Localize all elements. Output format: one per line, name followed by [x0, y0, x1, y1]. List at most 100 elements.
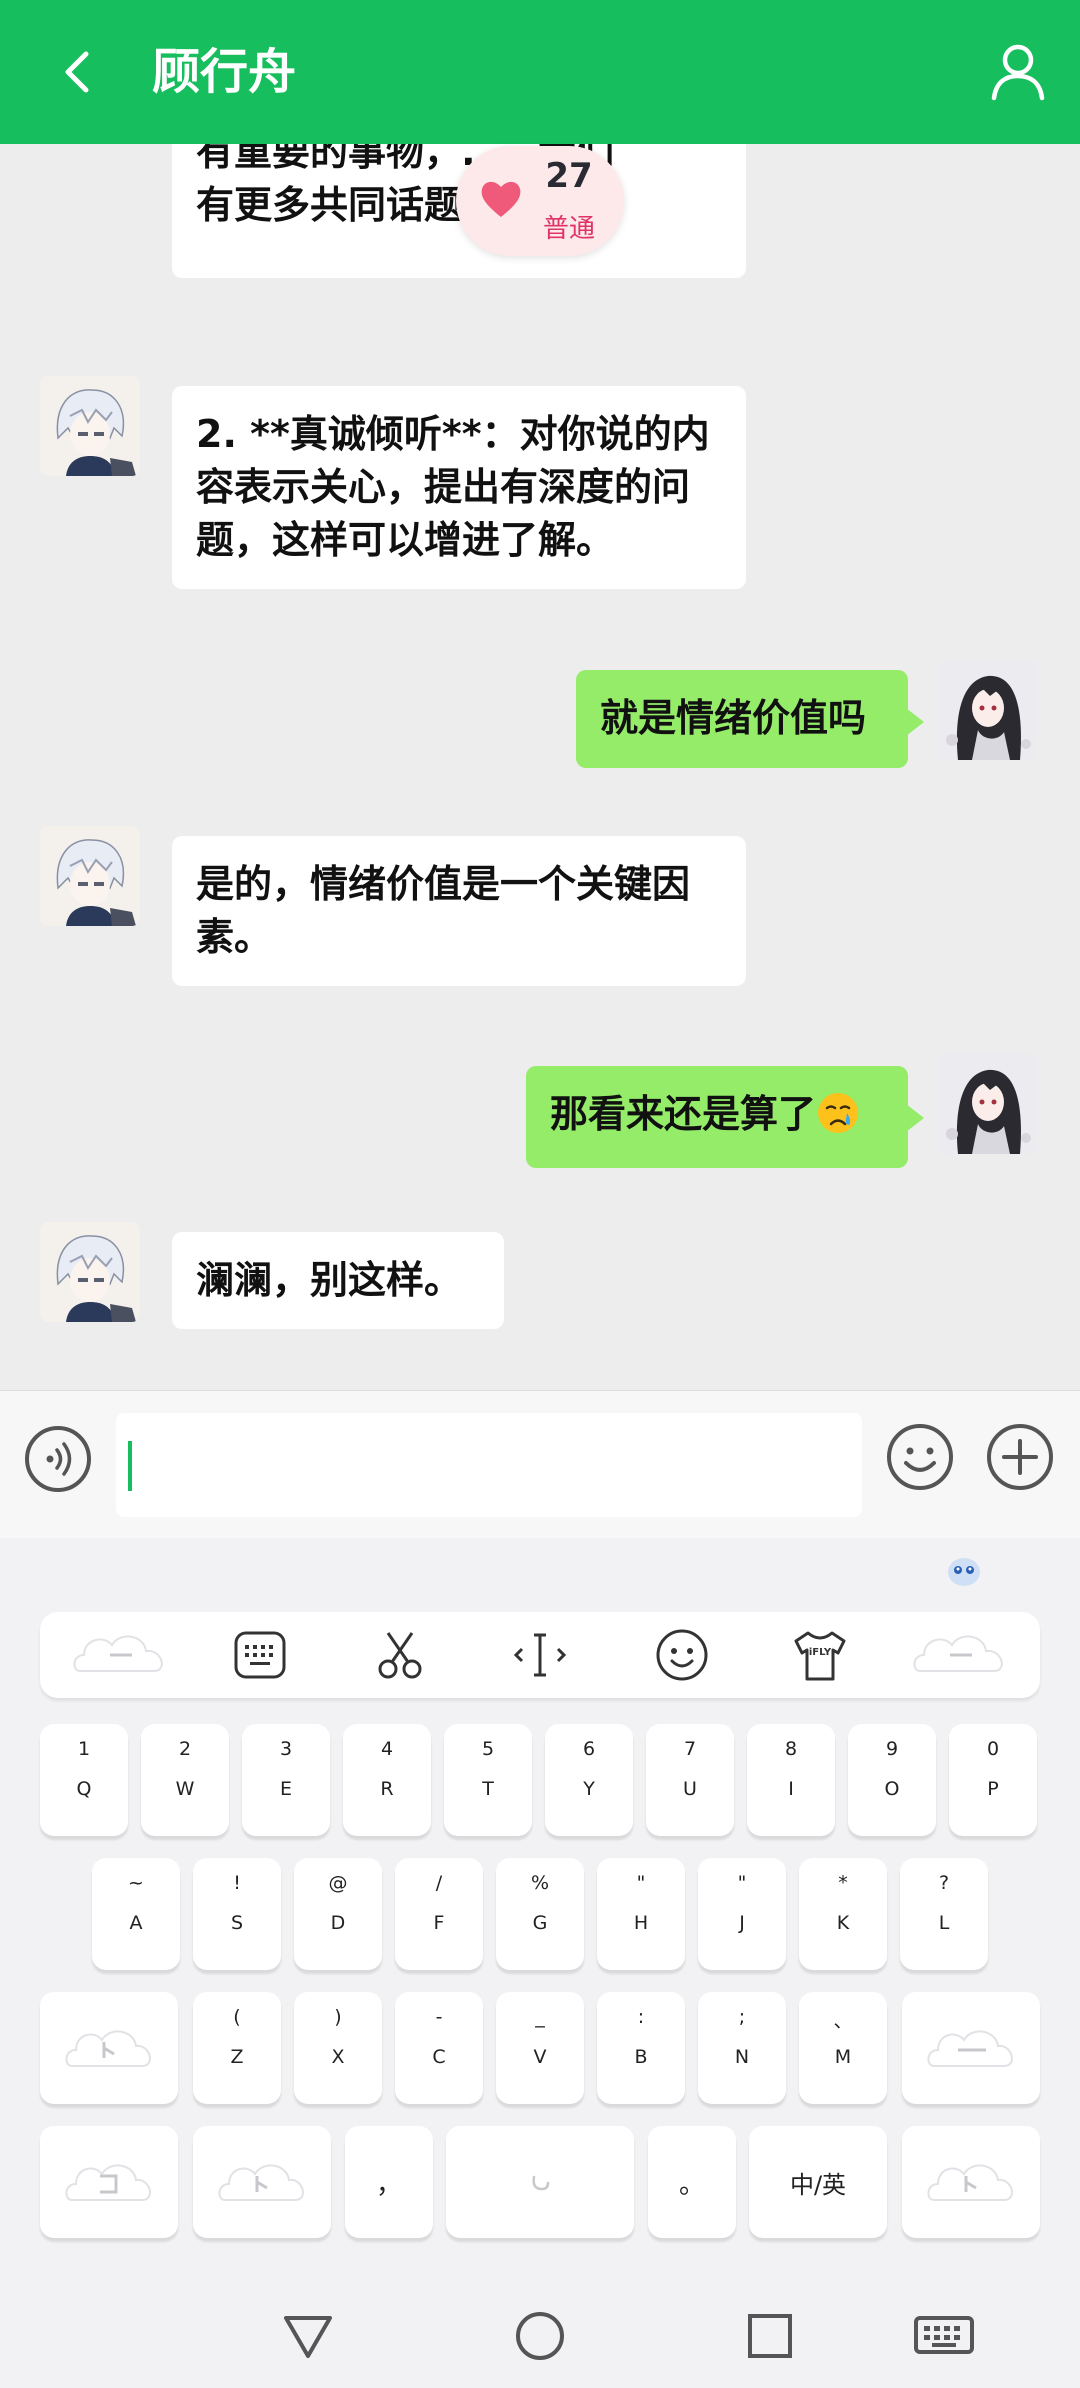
soft-keyboard: iFLY 1Q 2W 3E 4R 5T 6Y 7U 8I 9O 0P ~ A ! S…: [0, 1538, 1080, 2280]
bot-avatar[interactable]: [40, 1222, 140, 1322]
back-triangle-icon[interactable]: [282, 2310, 334, 2362]
key-g[interactable]: % G: [496, 1858, 584, 1970]
key-z[interactable]: (Z: [193, 1992, 281, 2104]
voice-input-icon[interactable]: [24, 1425, 92, 1493]
message-bubble-left[interactable]: 2. **真诚倾听**：对你说的内容表示关心，提出有深度的问题，这样可以增进了解…: [172, 386, 746, 589]
keyboard-hide-icon[interactable]: [912, 2310, 976, 2362]
key-letter: A: [129, 1912, 143, 1934]
cloud-deco-left-icon: [73, 1635, 163, 1672]
key-symbol: !: [233, 1872, 241, 1894]
shirt-label: iFLY: [808, 1647, 832, 1658]
comma-key[interactable]: ，: [345, 2126, 433, 2238]
message-input[interactable]: [116, 1413, 862, 1517]
key-symbol: ": [636, 1872, 646, 1894]
shift-key[interactable]: [40, 1992, 178, 2104]
message-bubble-left[interactable]: 是的，情绪价值是一个关键因素。: [172, 836, 746, 986]
space-key[interactable]: [446, 2126, 634, 2238]
bot-avatar-image: [40, 1222, 140, 1322]
key-c[interactable]: -C: [395, 1992, 483, 2104]
key-symbol: @: [328, 1872, 348, 1894]
plus-icon[interactable]: [986, 1423, 1054, 1491]
message-bubble-left[interactable]: 澜澜，别这样。: [172, 1232, 504, 1329]
text-caret: [128, 1441, 132, 1491]
key-a[interactable]: ~ A: [92, 1858, 180, 1970]
key-i[interactable]: 8I: [747, 1724, 835, 1836]
text-cursor-icon[interactable]: [510, 1625, 570, 1685]
message-bubble-right[interactable]: 那看来还是算了: [526, 1066, 924, 1168]
key-letter: T: [482, 1778, 494, 1800]
key-symbol: 7: [683, 1738, 697, 1760]
key-symbol: 1: [77, 1738, 91, 1760]
key-symbol: 9: [885, 1738, 899, 1760]
key-s[interactable]: ! S: [193, 1858, 281, 1970]
app-header: 顾行舟: [0, 0, 1080, 144]
key-letter: D: [330, 1912, 346, 1934]
cloud-deco-right-icon: [913, 1635, 1003, 1672]
smiley-icon[interactable]: [652, 1625, 712, 1685]
key-b[interactable]: :B: [597, 1992, 685, 2104]
key-symbol: 6: [582, 1738, 596, 1760]
key-y[interactable]: 6Y: [545, 1724, 633, 1836]
key-f[interactable]: / F: [395, 1858, 483, 1970]
ime-mascot-icon[interactable]: [946, 1554, 982, 1588]
key-v[interactable]: _ V: [496, 1992, 584, 2104]
key-symbol: 5: [481, 1738, 495, 1760]
scissors-icon[interactable]: [370, 1625, 430, 1685]
person-icon[interactable]: [982, 36, 1054, 108]
enter-key[interactable]: [902, 2126, 1040, 2238]
cloud-shift-icon: [65, 2030, 151, 2067]
cloud-symbols-icon: [65, 2164, 151, 2201]
key-w[interactable]: 2W: [141, 1724, 229, 1836]
chat-area[interactable]: 有重要的事物，……我们 有更多共同话题。 2. **真诚倾听**：对你说的内容表…: [0, 144, 1080, 1390]
key-letter: S: [230, 1912, 244, 1934]
message-text: 就是情绪价值吗: [600, 696, 867, 740]
key-t[interactable]: 5T: [444, 1724, 532, 1836]
period-key[interactable]: 。: [648, 2126, 736, 2238]
shirt-icon[interactable]: iFLY: [790, 1625, 850, 1685]
key-symbol: ;: [738, 2006, 746, 2028]
recents-square-icon[interactable]: [744, 2310, 796, 2362]
symbols-key[interactable]: [40, 2126, 178, 2238]
key-letter: R: [380, 1778, 394, 1800]
backspace-key[interactable]: [902, 1992, 1040, 2104]
key-p[interactable]: 0P: [949, 1724, 1037, 1836]
key-m[interactable]: 、 M: [799, 1992, 887, 2104]
numbers-key[interactable]: [193, 2126, 331, 2238]
bot-avatar[interactable]: [40, 376, 140, 476]
key-o[interactable]: 9O: [848, 1724, 936, 1836]
message-text: 2. **真诚倾听**：对你说的内容表示关心，提出有深度的问题，这样可以增进了解…: [196, 412, 710, 562]
key-l[interactable]: ? L: [900, 1858, 988, 1970]
language-switch-key[interactable]: 中/英: [749, 2126, 887, 2238]
heart-icon: [481, 181, 521, 217]
message-bubble-right[interactable]: 就是情绪价值吗: [576, 670, 924, 768]
key-q[interactable]: 1Q: [40, 1724, 128, 1836]
crying-face-icon: [818, 1093, 859, 1133]
key-symbol: 3: [279, 1738, 293, 1760]
space-swirl-icon: [532, 2175, 550, 2191]
cloud-enter-icon: [927, 2164, 1013, 2201]
key-k[interactable]: * K: [799, 1858, 887, 1970]
key-n[interactable]: ; N: [698, 1992, 786, 2104]
key-j[interactable]: " J: [698, 1858, 786, 1970]
user-avatar[interactable]: [938, 660, 1038, 760]
bot-avatar[interactable]: [40, 826, 140, 926]
period-label: 。: [678, 2169, 705, 2200]
emoji-icon[interactable]: [886, 1423, 954, 1491]
key-letter: E: [279, 1778, 292, 1800]
key-h[interactable]: " H: [597, 1858, 685, 1970]
intimacy-badge[interactable]: 27 普通: [456, 146, 624, 256]
key-r[interactable]: 4R: [343, 1724, 431, 1836]
bot-avatar-image: [40, 826, 140, 926]
keyboard-icon[interactable]: [230, 1625, 290, 1685]
chevron-left-icon[interactable]: [44, 36, 116, 108]
bot-avatar-image: [40, 376, 140, 476]
key-e[interactable]: 3E: [242, 1724, 330, 1836]
key-x[interactable]: ) X: [294, 1992, 382, 2104]
home-circle-icon[interactable]: [514, 2310, 566, 2362]
user-avatar[interactable]: [938, 1054, 1038, 1154]
key-letter: J: [739, 1912, 745, 1934]
key-symbol: ": [737, 1872, 747, 1894]
key-u[interactable]: 7U: [646, 1724, 734, 1836]
key-d[interactable]: @ D: [294, 1858, 382, 1970]
user-avatar-image: [938, 1054, 1038, 1154]
